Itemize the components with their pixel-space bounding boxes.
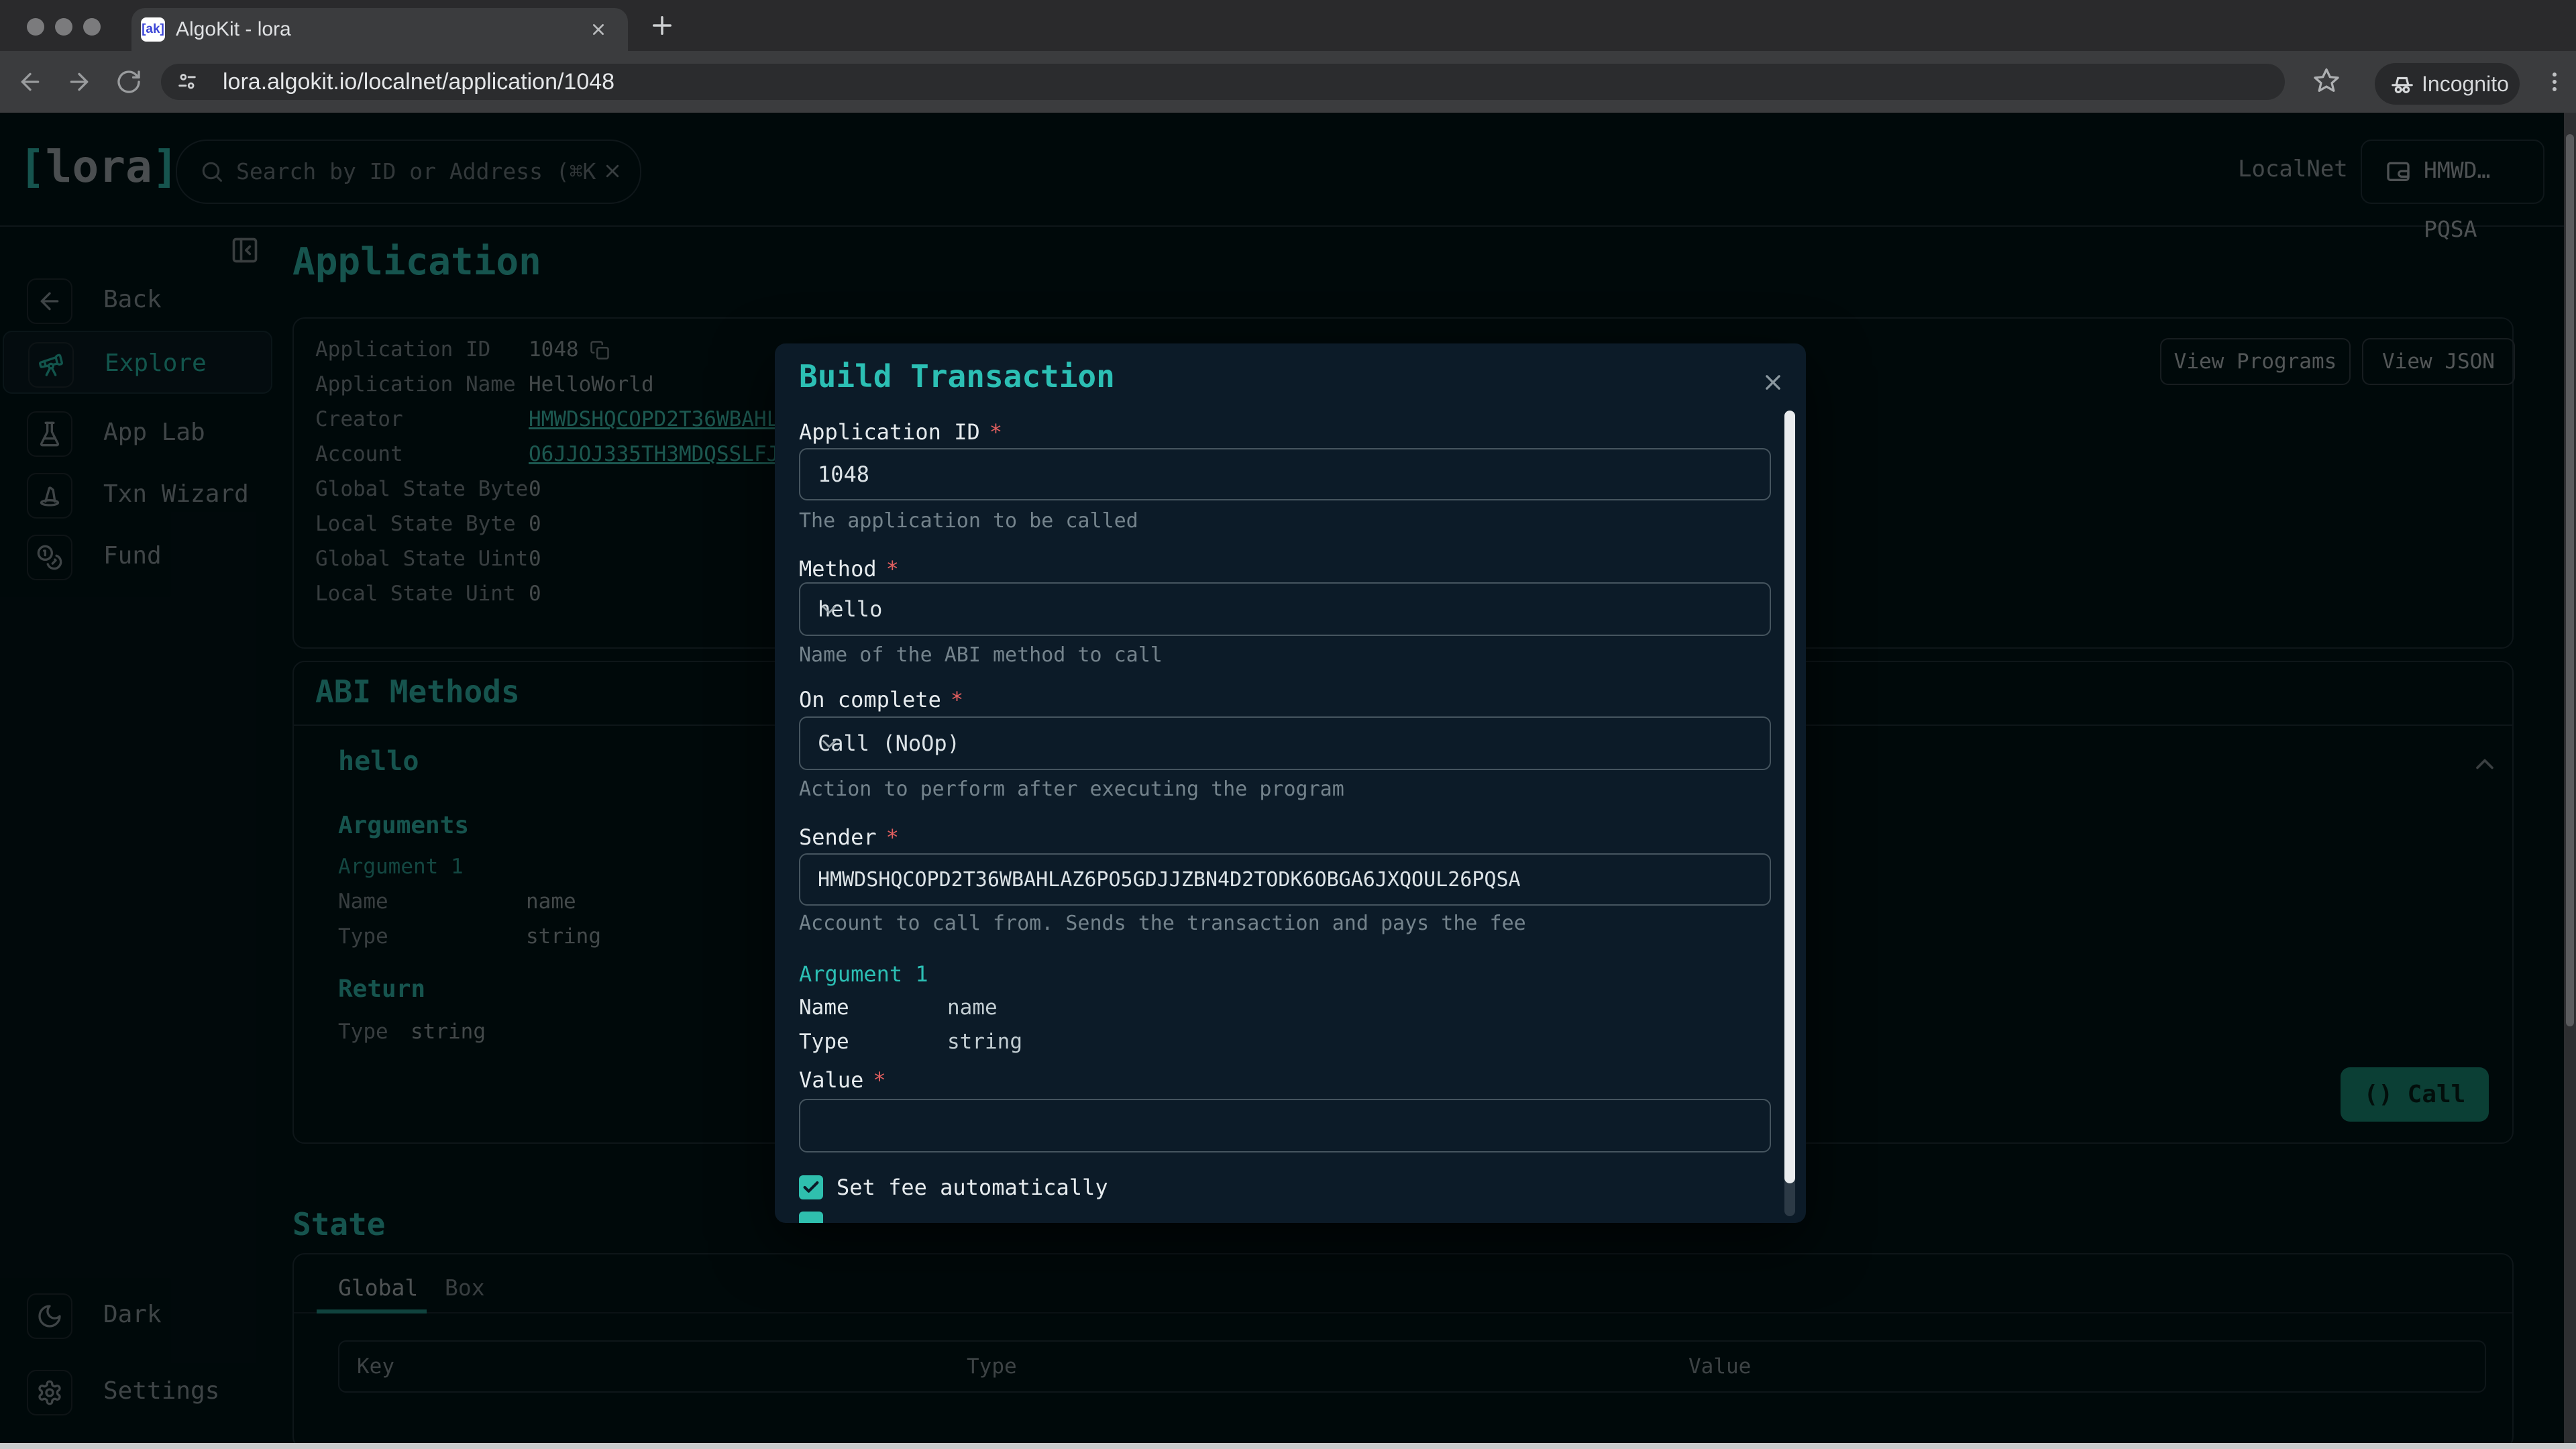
required-marker: * [886,556,899,582]
window-bottom-edge [0,1443,2576,1449]
browser-toolbar: lora.algokit.io/localnet/application/104… [0,51,2576,113]
bookmark-star-icon[interactable] [2312,66,2341,96]
browser-tab-strip: [ak] AlgoKit - lora [0,0,2576,51]
set-fee-label: Set fee automatically [837,1175,1108,1199]
screen: [ak] AlgoKit - lora lora.algokit.io/loca… [0,0,2576,1449]
incognito-badge: Incognito [2375,63,2520,105]
chevron-down-icon [818,733,1752,755]
browser-tab[interactable]: [ak] AlgoKit - lora [131,8,628,51]
tab-title: AlgoKit - lora [176,8,291,51]
modal-title: Build Transaction [799,358,1115,394]
sender-helper: Account to call from. Sends the transact… [799,914,1526,934]
required-marker: * [951,687,963,712]
method-select[interactable]: hello [799,582,1771,636]
close-icon[interactable] [1760,369,1786,396]
on-complete-helper: Action to perform after executing the pr… [799,780,1344,800]
new-tab-button[interactable] [648,11,676,40]
incognito-icon [2390,72,2415,97]
check-icon [802,1178,820,1197]
method-helper: Name of the ABI method to call [799,645,1163,665]
browser-scrollbar-thumb[interactable] [2566,134,2574,1026]
build-transaction-modal: Build Transaction Application ID* The ap… [775,343,1806,1223]
required-marker: * [873,1067,885,1093]
traffic-light-zoom[interactable] [83,18,101,36]
address-bar[interactable]: lora.algokit.io/localnet/application/104… [161,64,2285,100]
modal-argument-heading: Argument 1 [799,961,928,987]
required-marker: * [886,824,899,850]
site-settings-icon[interactable] [176,70,199,93]
incognito-label: Incognito [2422,63,2509,105]
reload-icon[interactable] [115,68,142,95]
application-id-helper: The application to be called [799,511,1138,531]
back-icon[interactable] [17,68,44,95]
modal-scrollbar [1784,411,1795,1216]
value-input[interactable] [799,1099,1771,1152]
traffic-light-minimize[interactable] [55,18,72,36]
modal-scrollbar-thumb[interactable] [1784,411,1795,1183]
sender-input[interactable] [799,853,1771,906]
chevron-down-icon [818,598,1752,621]
tab-close-icon[interactable] [588,19,609,40]
partial-checkbox[interactable] [799,1212,823,1223]
browser-scrollbar [2564,113,2576,1449]
browser-menu-icon[interactable] [2541,68,2568,95]
on-complete-select[interactable]: Call (NoOp) [799,716,1771,770]
tab-favicon: [ak] [141,17,165,42]
url-text: lora.algokit.io/localnet/application/104… [223,64,614,100]
forward-icon[interactable] [66,68,93,95]
traffic-light-close[interactable] [27,18,44,36]
set-fee-checkbox[interactable] [799,1175,823,1199]
required-marker: * [989,419,1002,445]
application-id-input[interactable] [799,448,1771,500]
